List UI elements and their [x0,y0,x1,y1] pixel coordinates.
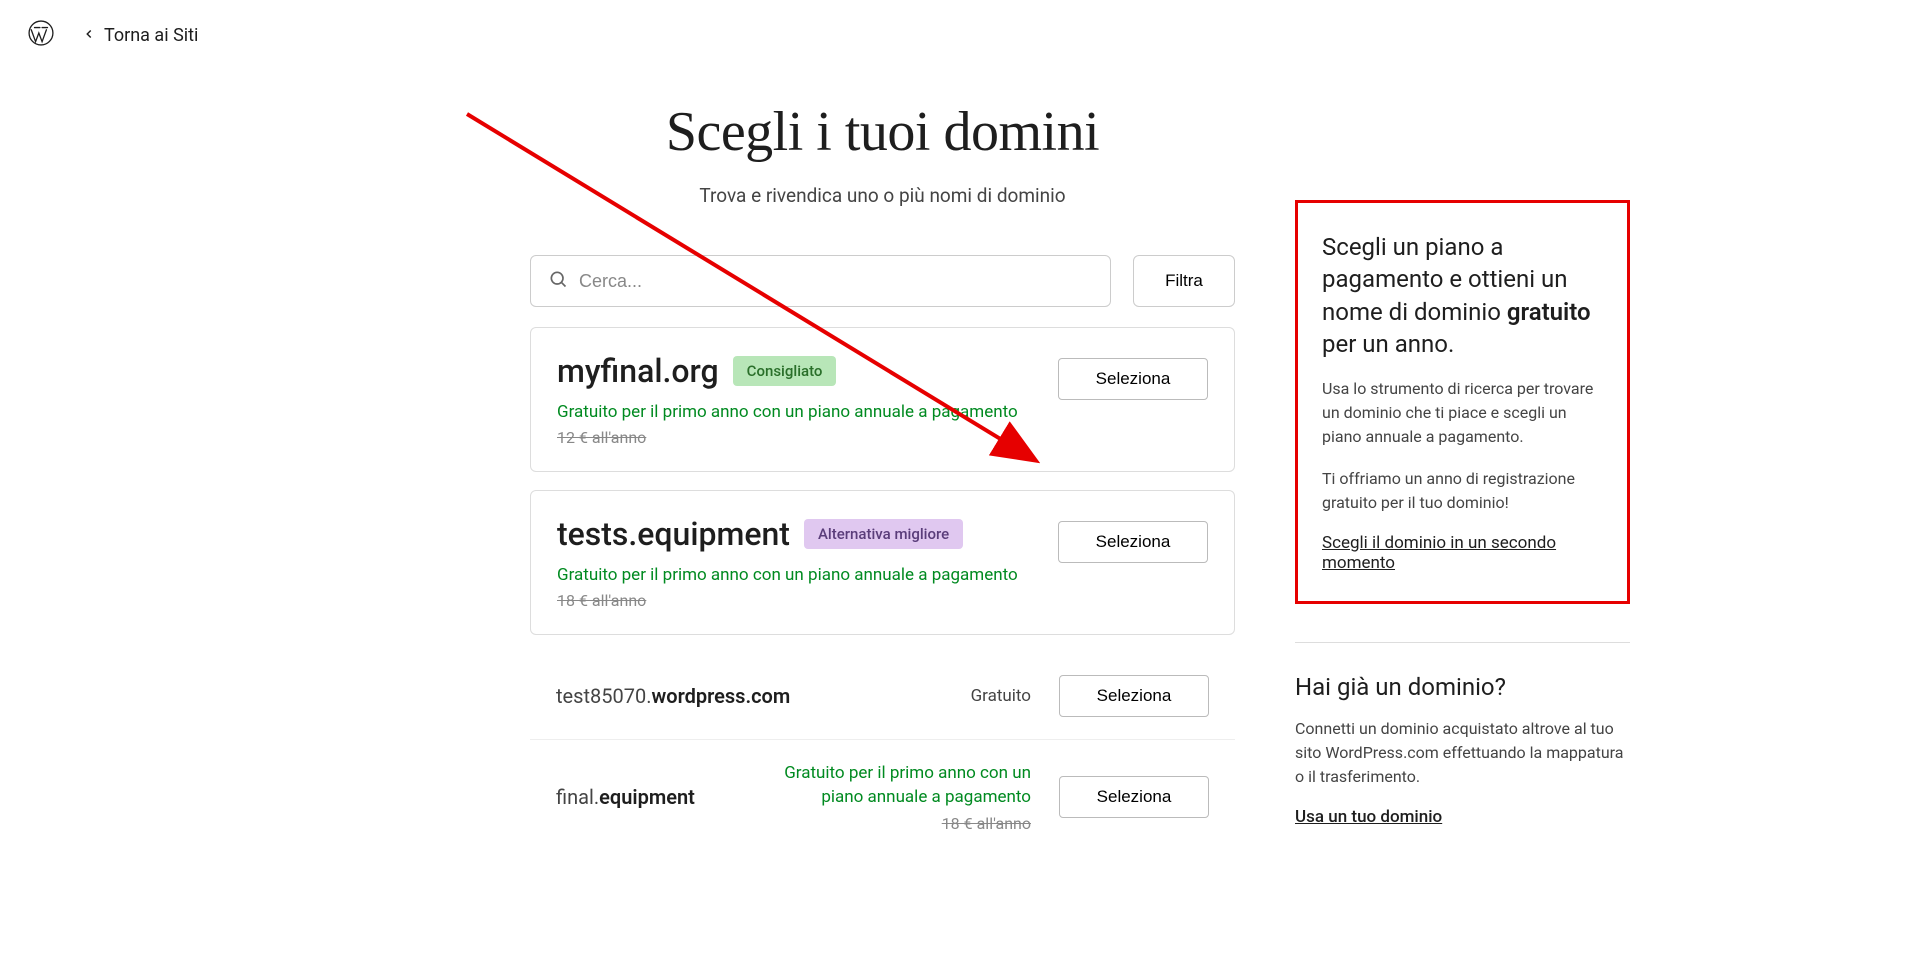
page-subtitle: Trova e rivendica uno o più nomi di domi… [530,184,1235,207]
select-domain-button[interactable]: Seleziona [1059,675,1209,717]
choose-later-link[interactable]: Scegli il dominio in un secondo momento [1322,533,1556,573]
domain-name: final.equipment [556,785,695,809]
promo-box-para: Ti offriamo un anno di registrazione gra… [1322,467,1603,515]
wordpress-logo-icon [28,20,54,50]
domain-name: test85070.wordpress.com [556,684,790,708]
recommended-badge: Consigliato [733,356,837,386]
search-row: Filtra [530,255,1235,307]
promo-text: Gratuito per il primo anno con un piano … [771,762,1031,810]
promo-info-box: Scegli un piano a pagamento e ottieni un… [1295,200,1630,604]
existing-domain-para: Connetti un dominio acquistato altrove a… [1295,717,1630,789]
promo-box-title: Scegli un piano a pagamento e ottieni un… [1322,231,1603,361]
domain-name: myfinal.org [557,352,719,390]
header-bar: Torna ai Siti [0,0,1920,70]
price-struck: 18 € all'anno [557,591,1058,610]
domain-name: tests.equipment [557,515,790,553]
domain-card: myfinal.org Consigliato Gratuito per il … [530,327,1235,472]
search-icon [548,269,568,293]
existing-domain-title: Hai già un dominio? [1295,673,1630,701]
promo-text: Gratuito per il primo anno con un piano … [557,565,1058,585]
promo-box-para: Usa lo strumento di ricerca per trovare … [1322,377,1603,449]
back-to-sites-link[interactable]: Torna ai Siti [82,25,198,46]
select-domain-button[interactable]: Seleziona [1058,358,1208,400]
chevron-left-icon [82,25,96,46]
domain-row: test85070.wordpress.com Gratuito Selezio… [530,653,1235,740]
domain-row: final.equipment Gratuito per il primo an… [530,740,1235,855]
select-domain-button[interactable]: Seleziona [1059,776,1209,818]
domain-search-input[interactable] [530,255,1111,307]
domain-card: tests.equipment Alternativa migliore Gra… [530,490,1235,635]
alternative-badge: Alternativa migliore [804,519,963,549]
use-own-domain-link[interactable]: Usa un tuo dominio [1295,807,1442,827]
select-domain-button[interactable]: Seleziona [1058,521,1208,563]
back-link-label: Torna ai Siti [104,25,198,46]
divider [1295,642,1630,643]
filter-button[interactable]: Filtra [1133,255,1235,307]
free-label: Gratuito [971,686,1031,706]
price-struck: 18 € all'anno [771,814,1031,833]
page-title: Scegli i tuoi domini [530,100,1235,164]
promo-text: Gratuito per il primo anno con un piano … [557,402,1058,422]
price-struck: 12 € all'anno [557,428,1058,447]
